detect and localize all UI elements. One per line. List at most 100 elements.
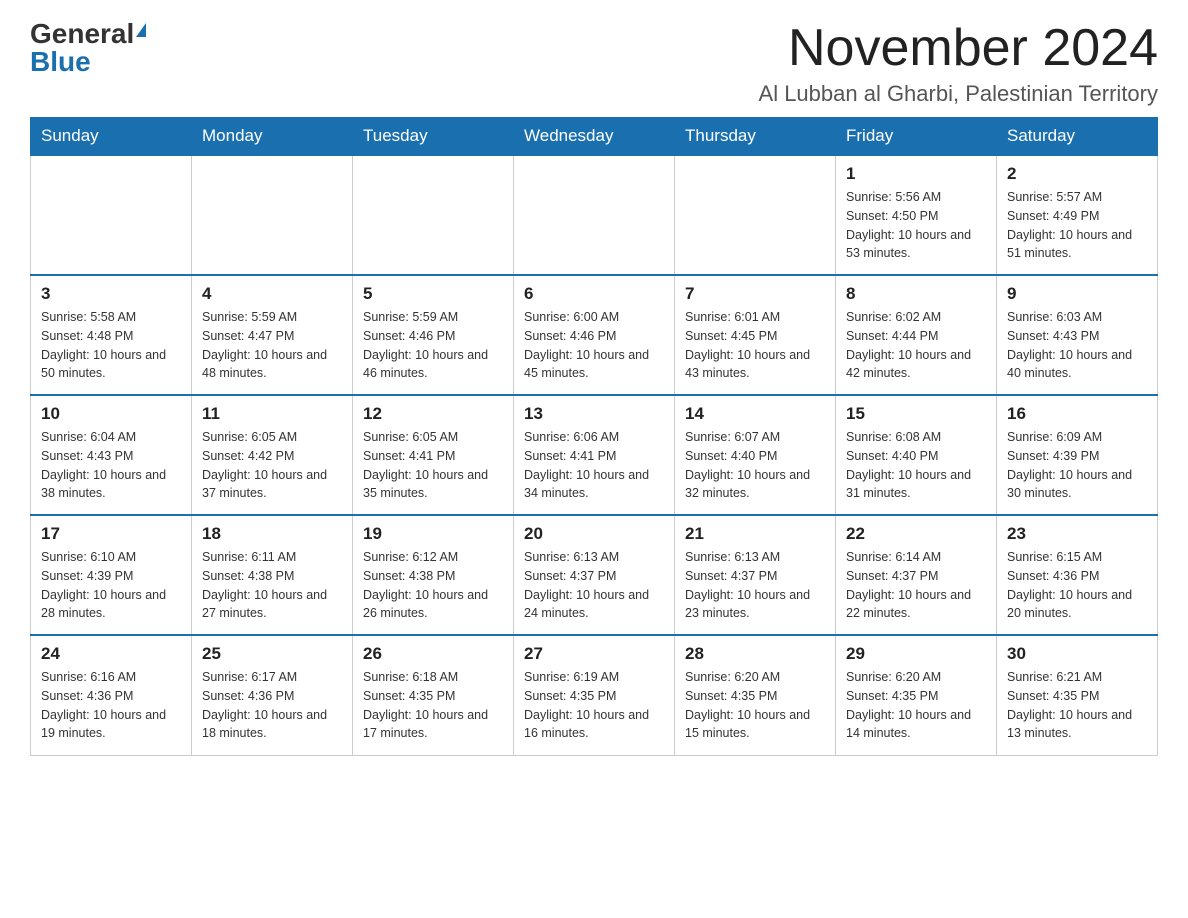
day-info: Sunrise: 6:18 AMSunset: 4:35 PMDaylight:… (363, 668, 503, 743)
calendar-cell: 1 Sunrise: 5:56 AMSunset: 4:50 PMDaylight… (836, 155, 997, 275)
week-row-4: 17 Sunrise: 6:10 AMSunset: 4:39 PMDayligh… (31, 515, 1158, 635)
day-number: 18 (202, 524, 342, 544)
day-number: 30 (1007, 644, 1147, 664)
day-number: 8 (846, 284, 986, 304)
day-number: 21 (685, 524, 825, 544)
month-title: November 2024 (759, 20, 1158, 77)
calendar-cell (353, 155, 514, 275)
col-header-saturday: Saturday (997, 118, 1158, 156)
day-number: 6 (524, 284, 664, 304)
title-area: November 2024 Al Lubban al Gharbi, Pales… (759, 20, 1158, 107)
day-number: 14 (685, 404, 825, 424)
calendar-cell: 29Sunrise: 6:20 AMSunset: 4:35 PMDayligh… (836, 635, 997, 755)
calendar-cell: 22 Sunrise: 6:14 AMSunset: 4:37 PMDayligh… (836, 515, 997, 635)
calendar-cell: 6 Sunrise: 6:00 AMSunset: 4:46 PMDaylight… (514, 275, 675, 395)
col-header-tuesday: Tuesday (353, 118, 514, 156)
day-number: 3 (41, 284, 181, 304)
day-info: Sunrise: 6:17 AMSunset: 4:36 PMDaylight:… (202, 668, 342, 743)
week-row-1: 1 Sunrise: 5:56 AMSunset: 4:50 PMDaylight… (31, 155, 1158, 275)
day-number: 24 (41, 644, 181, 664)
logo-blue-text: Blue (30, 48, 91, 76)
col-header-thursday: Thursday (675, 118, 836, 156)
calendar-cell: 4Sunrise: 5:59 AMSunset: 4:47 PMDaylight… (192, 275, 353, 395)
day-info: Sunrise: 5:59 AMSunset: 4:46 PMDaylight:… (363, 308, 503, 383)
calendar-cell: 5 Sunrise: 5:59 AMSunset: 4:46 PMDaylight… (353, 275, 514, 395)
day-number: 2 (1007, 164, 1147, 184)
calendar-cell (192, 155, 353, 275)
calendar-cell: 17 Sunrise: 6:10 AMSunset: 4:39 PMDayligh… (31, 515, 192, 635)
day-number: 1 (846, 164, 986, 184)
day-info: Sunrise: 6:07 AMSunset: 4:40 PMDaylight:… (685, 428, 825, 503)
day-number: 5 (363, 284, 503, 304)
day-info: Sunrise: 6:00 AMSunset: 4:46 PMDaylight:… (524, 308, 664, 383)
day-number: 27 (524, 644, 664, 664)
day-number: 29 (846, 644, 986, 664)
calendar-cell: 25 Sunrise: 6:17 AMSunset: 4:36 PMDayligh… (192, 635, 353, 755)
day-number: 26 (363, 644, 503, 664)
location-subtitle: Al Lubban al Gharbi, Palestinian Territo… (759, 81, 1158, 107)
calendar-cell: 20Sunrise: 6:13 AMSunset: 4:37 PMDayligh… (514, 515, 675, 635)
calendar-cell: 11Sunrise: 6:05 AMSunset: 4:42 PMDayligh… (192, 395, 353, 515)
logo-general-text: General (30, 20, 134, 48)
calendar-cell: 28 Sunrise: 6:20 AMSunset: 4:35 PMDayligh… (675, 635, 836, 755)
calendar-cell (514, 155, 675, 275)
calendar-cell (31, 155, 192, 275)
calendar-cell: 12 Sunrise: 6:05 AMSunset: 4:41 PMDayligh… (353, 395, 514, 515)
day-info: Sunrise: 6:08 AMSunset: 4:40 PMDaylight:… (846, 428, 986, 503)
day-number: 19 (363, 524, 503, 544)
day-number: 23 (1007, 524, 1147, 544)
day-info: Sunrise: 5:57 AMSunset: 4:49 PMDaylight:… (1007, 188, 1147, 263)
day-info: Sunrise: 6:13 AMSunset: 4:37 PMDaylight:… (685, 548, 825, 623)
day-info: Sunrise: 6:14 AMSunset: 4:37 PMDaylight:… (846, 548, 986, 623)
calendar-cell: 15 Sunrise: 6:08 AMSunset: 4:40 PMDayligh… (836, 395, 997, 515)
calendar-cell: 23 Sunrise: 6:15 AMSunset: 4:36 PMDayligh… (997, 515, 1158, 635)
day-number: 11 (202, 404, 342, 424)
calendar-cell: 30 Sunrise: 6:21 AMSunset: 4:35 PMDayligh… (997, 635, 1158, 755)
calendar-cell: 26 Sunrise: 6:18 AMSunset: 4:35 PMDayligh… (353, 635, 514, 755)
day-info: Sunrise: 6:03 AMSunset: 4:43 PMDaylight:… (1007, 308, 1147, 383)
calendar-cell: 21 Sunrise: 6:13 AMSunset: 4:37 PMDayligh… (675, 515, 836, 635)
day-info: Sunrise: 6:06 AMSunset: 4:41 PMDaylight:… (524, 428, 664, 503)
day-info: Sunrise: 6:04 AMSunset: 4:43 PMDaylight:… (41, 428, 181, 503)
day-number: 25 (202, 644, 342, 664)
day-number: 12 (363, 404, 503, 424)
calendar-cell: 27Sunrise: 6:19 AMSunset: 4:35 PMDayligh… (514, 635, 675, 755)
week-row-5: 24 Sunrise: 6:16 AMSunset: 4:36 PMDayligh… (31, 635, 1158, 755)
calendar-cell: 3Sunrise: 5:58 AMSunset: 4:48 PMDaylight… (31, 275, 192, 395)
day-info: Sunrise: 6:13 AMSunset: 4:37 PMDaylight:… (524, 548, 664, 623)
day-number: 10 (41, 404, 181, 424)
day-info: Sunrise: 6:01 AMSunset: 4:45 PMDaylight:… (685, 308, 825, 383)
col-header-friday: Friday (836, 118, 997, 156)
day-info: Sunrise: 6:05 AMSunset: 4:41 PMDaylight:… (363, 428, 503, 503)
calendar-cell: 16Sunrise: 6:09 AMSunset: 4:39 PMDayligh… (997, 395, 1158, 515)
day-info: Sunrise: 6:16 AMSunset: 4:36 PMDaylight:… (41, 668, 181, 743)
logo-triangle-icon (136, 23, 146, 37)
day-number: 17 (41, 524, 181, 544)
day-number: 22 (846, 524, 986, 544)
day-info: Sunrise: 6:12 AMSunset: 4:38 PMDaylight:… (363, 548, 503, 623)
day-number: 7 (685, 284, 825, 304)
day-info: Sunrise: 5:59 AMSunset: 4:47 PMDaylight:… (202, 308, 342, 383)
calendar-cell: 7 Sunrise: 6:01 AMSunset: 4:45 PMDaylight… (675, 275, 836, 395)
week-row-3: 10 Sunrise: 6:04 AMSunset: 4:43 PMDayligh… (31, 395, 1158, 515)
day-info: Sunrise: 6:21 AMSunset: 4:35 PMDaylight:… (1007, 668, 1147, 743)
calendar-cell: 14 Sunrise: 6:07 AMSunset: 4:40 PMDayligh… (675, 395, 836, 515)
calendar-cell: 13 Sunrise: 6:06 AMSunset: 4:41 PMDayligh… (514, 395, 675, 515)
col-header-monday: Monday (192, 118, 353, 156)
calendar-cell: 9 Sunrise: 6:03 AMSunset: 4:43 PMDaylight… (997, 275, 1158, 395)
col-header-wednesday: Wednesday (514, 118, 675, 156)
day-number: 9 (1007, 284, 1147, 304)
day-info: Sunrise: 6:11 AMSunset: 4:38 PMDaylight:… (202, 548, 342, 623)
day-number: 15 (846, 404, 986, 424)
day-info: Sunrise: 6:10 AMSunset: 4:39 PMDaylight:… (41, 548, 181, 623)
day-number: 28 (685, 644, 825, 664)
header-row: SundayMondayTuesdayWednesdayThursdayFrid… (31, 118, 1158, 156)
calendar-cell: 19 Sunrise: 6:12 AMSunset: 4:38 PMDayligh… (353, 515, 514, 635)
calendar-cell: 24 Sunrise: 6:16 AMSunset: 4:36 PMDayligh… (31, 635, 192, 755)
calendar-cell: 10 Sunrise: 6:04 AMSunset: 4:43 PMDayligh… (31, 395, 192, 515)
calendar-table: SundayMondayTuesdayWednesdayThursdayFrid… (30, 117, 1158, 756)
day-info: Sunrise: 6:15 AMSunset: 4:36 PMDaylight:… (1007, 548, 1147, 623)
day-info: Sunrise: 6:20 AMSunset: 4:35 PMDaylight:… (685, 668, 825, 743)
day-info: Sunrise: 5:56 AMSunset: 4:50 PMDaylight:… (846, 188, 986, 263)
day-number: 13 (524, 404, 664, 424)
